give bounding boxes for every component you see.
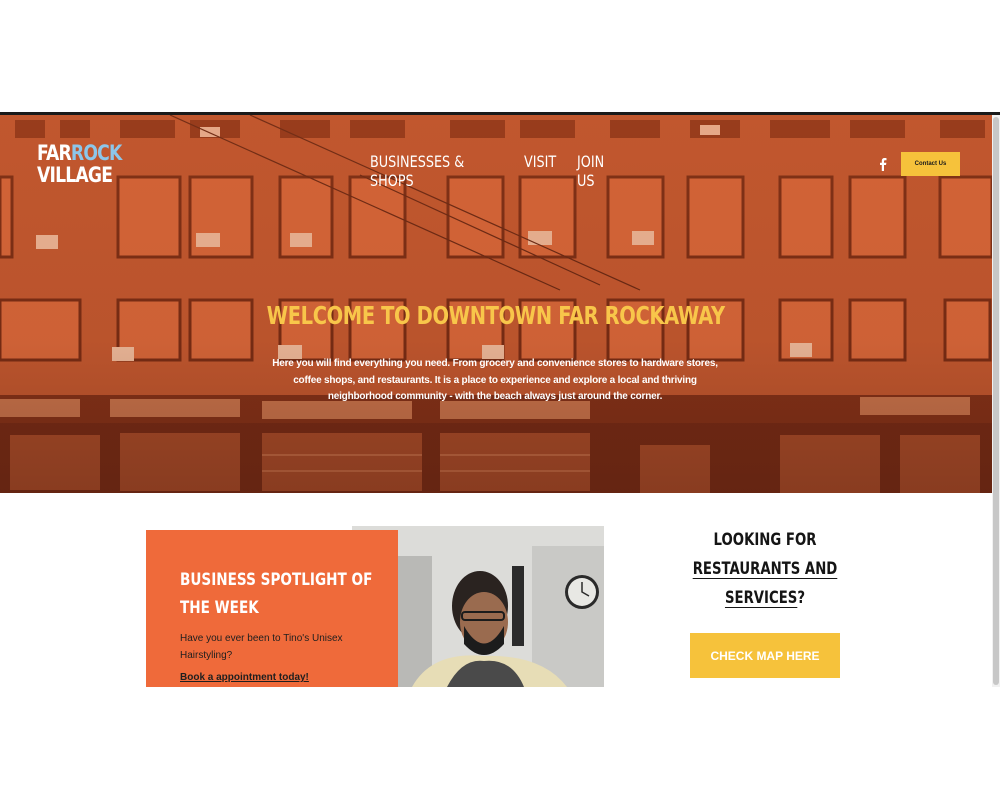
- looking-services-link[interactable]: SERVICES: [725, 588, 797, 608]
- page-frame: FARROCK VILLAGE BUSINESSES & SHOPS VISIT…: [0, 112, 1000, 687]
- facebook-icon[interactable]: [877, 157, 889, 171]
- book-appointment-link[interactable]: Book a appointment today!: [180, 672, 309, 683]
- main-nav: BUSINESSES & SHOPS VISIT JOIN US: [370, 152, 627, 190]
- looking-for-heading: LOOKING FOR RESTAURANTS AND SERVICES?: [665, 526, 865, 613]
- scrollbar-thumb[interactable]: [993, 117, 999, 685]
- hero-description: Here you will find everything you need. …: [272, 358, 718, 402]
- nav-join-us[interactable]: JOIN US: [577, 152, 617, 190]
- logo-village: VILLAGE: [37, 163, 113, 187]
- looking-line2-link[interactable]: RESTAURANTS AND: [687, 555, 843, 584]
- farrock-village-logo[interactable]: FARROCK VILLAGE: [37, 142, 122, 186]
- spotlight-text: Have you ever been to Tino's Unisex Hair…: [180, 633, 343, 661]
- looking-question-mark: ?: [797, 588, 806, 608]
- contact-us-button[interactable]: Contact Us: [901, 152, 960, 176]
- logo-rock: ROCK: [70, 141, 122, 165]
- nav-businesses-shops[interactable]: BUSINESSES & SHOPS: [370, 152, 481, 190]
- nav-visit[interactable]: VISIT: [524, 152, 556, 190]
- spotlight-title-line1: BUSINESS SPOTLIGHT OF: [180, 570, 373, 590]
- logo-far: FAR: [37, 141, 72, 165]
- hero-title: WELCOME TO DOWNTOWN FAR ROCKAWAY: [0, 301, 992, 330]
- hero-section: FARROCK VILLAGE BUSINESSES & SHOPS VISIT…: [0, 115, 992, 493]
- looking-line3: SERVICES?: [687, 584, 843, 613]
- spotlight-title: BUSINESS SPOTLIGHT OF THE WEEK: [180, 566, 373, 622]
- looking-line1: LOOKING FOR: [713, 530, 817, 550]
- spotlight-card: BUSINESS SPOTLIGHT OF THE WEEK Have you …: [146, 530, 398, 687]
- spotlight-title-line2: THE WEEK: [180, 598, 259, 618]
- check-map-button[interactable]: CHECK MAP HERE: [690, 633, 840, 678]
- hero-title-text: WELCOME TO DOWNTOWN FAR ROCKAWAY: [266, 301, 726, 330]
- page-scrollbar[interactable]: [992, 115, 1000, 687]
